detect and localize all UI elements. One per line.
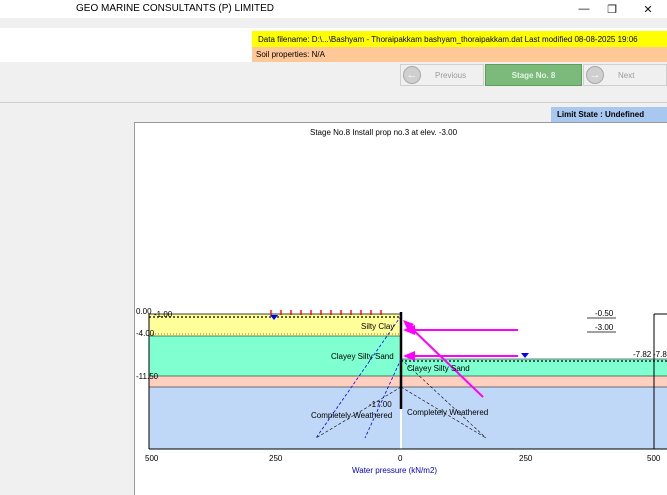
x-tick-4: 500: [647, 454, 661, 463]
app-window: GEO MARINE CONSULTANTS (P) LIMITED — ❐ ✕…: [0, 0, 667, 495]
soil-label-silty-clay: Silty Clay: [361, 322, 394, 331]
left-level-1: -1.00: [154, 310, 173, 319]
soil-label-clayey-right: Clayey Silty Sand: [407, 364, 470, 373]
right-level-1: -3.00: [595, 323, 614, 332]
right-level-2: -7.82: [633, 350, 652, 359]
stage-number-label: Stage No. 8: [511, 70, 556, 80]
data-filename-bar: Data filename: D:\...\Bashyam - Thoraipa…: [252, 31, 667, 47]
left-level-2: -4.00: [136, 329, 155, 338]
x-tick-0: 500: [145, 454, 159, 463]
layer-weathered-right: [401, 387, 667, 449]
arrow-right-icon: →: [586, 66, 604, 84]
next-label: Next: [618, 70, 635, 80]
previous-label: Previous: [435, 70, 467, 80]
soil-label-weathered-left: Completely Weathered: [311, 411, 392, 420]
title-bar: GEO MARINE CONSULTANTS (P) LIMITED — ❐ ✕: [0, 0, 667, 18]
right-level-3: -7.82: [653, 350, 667, 359]
layer-thin-right: [401, 376, 667, 387]
window-title: GEO MARINE CONSULTANTS (P) LIMITED: [76, 3, 274, 14]
minimize-icon[interactable]: —: [572, 1, 596, 17]
water-table-icon: [521, 353, 529, 358]
close-icon[interactable]: ✕: [636, 1, 660, 17]
restore-icon[interactable]: ❐: [600, 1, 624, 17]
arrow-left-icon: ←: [403, 66, 421, 84]
right-level-0: -0.50: [595, 309, 614, 318]
soil-label-weathered-right: Completely Weathered: [407, 408, 488, 417]
soil-label-clayey-left: Clayey Silty Sand: [331, 352, 394, 361]
layer-thin-left: [149, 376, 401, 387]
stage-plot-svg: Stage No.8 Install prop no.3 at elev. -3…: [136, 128, 667, 475]
mid-level: -17.00: [369, 400, 392, 409]
x-axis-label: Water pressure (kN/m2): [352, 466, 437, 475]
left-level-3: -11.50: [136, 372, 159, 381]
stage-number-button[interactable]: Stage No. 8: [485, 64, 582, 86]
separator-line: [0, 102, 667, 103]
next-button[interactable]: → Next: [583, 64, 667, 86]
x-tick-2: 0: [398, 454, 403, 463]
previous-button[interactable]: ← Previous: [400, 64, 484, 86]
soil-properties-bar: Soil properties: N/A: [252, 47, 667, 62]
left-level-0: 0.00: [136, 307, 152, 316]
stage-plot-panel[interactable]: Stage No.8 Install prop no.3 at elev. -3…: [134, 122, 667, 495]
plot-title: Stage No.8 Install prop no.3 at elev. -3…: [310, 128, 458, 137]
limit-state-badge: Limit State : Undefined: [551, 107, 667, 122]
x-tick-1: 250: [269, 454, 283, 463]
x-tick-3: 250: [519, 454, 533, 463]
